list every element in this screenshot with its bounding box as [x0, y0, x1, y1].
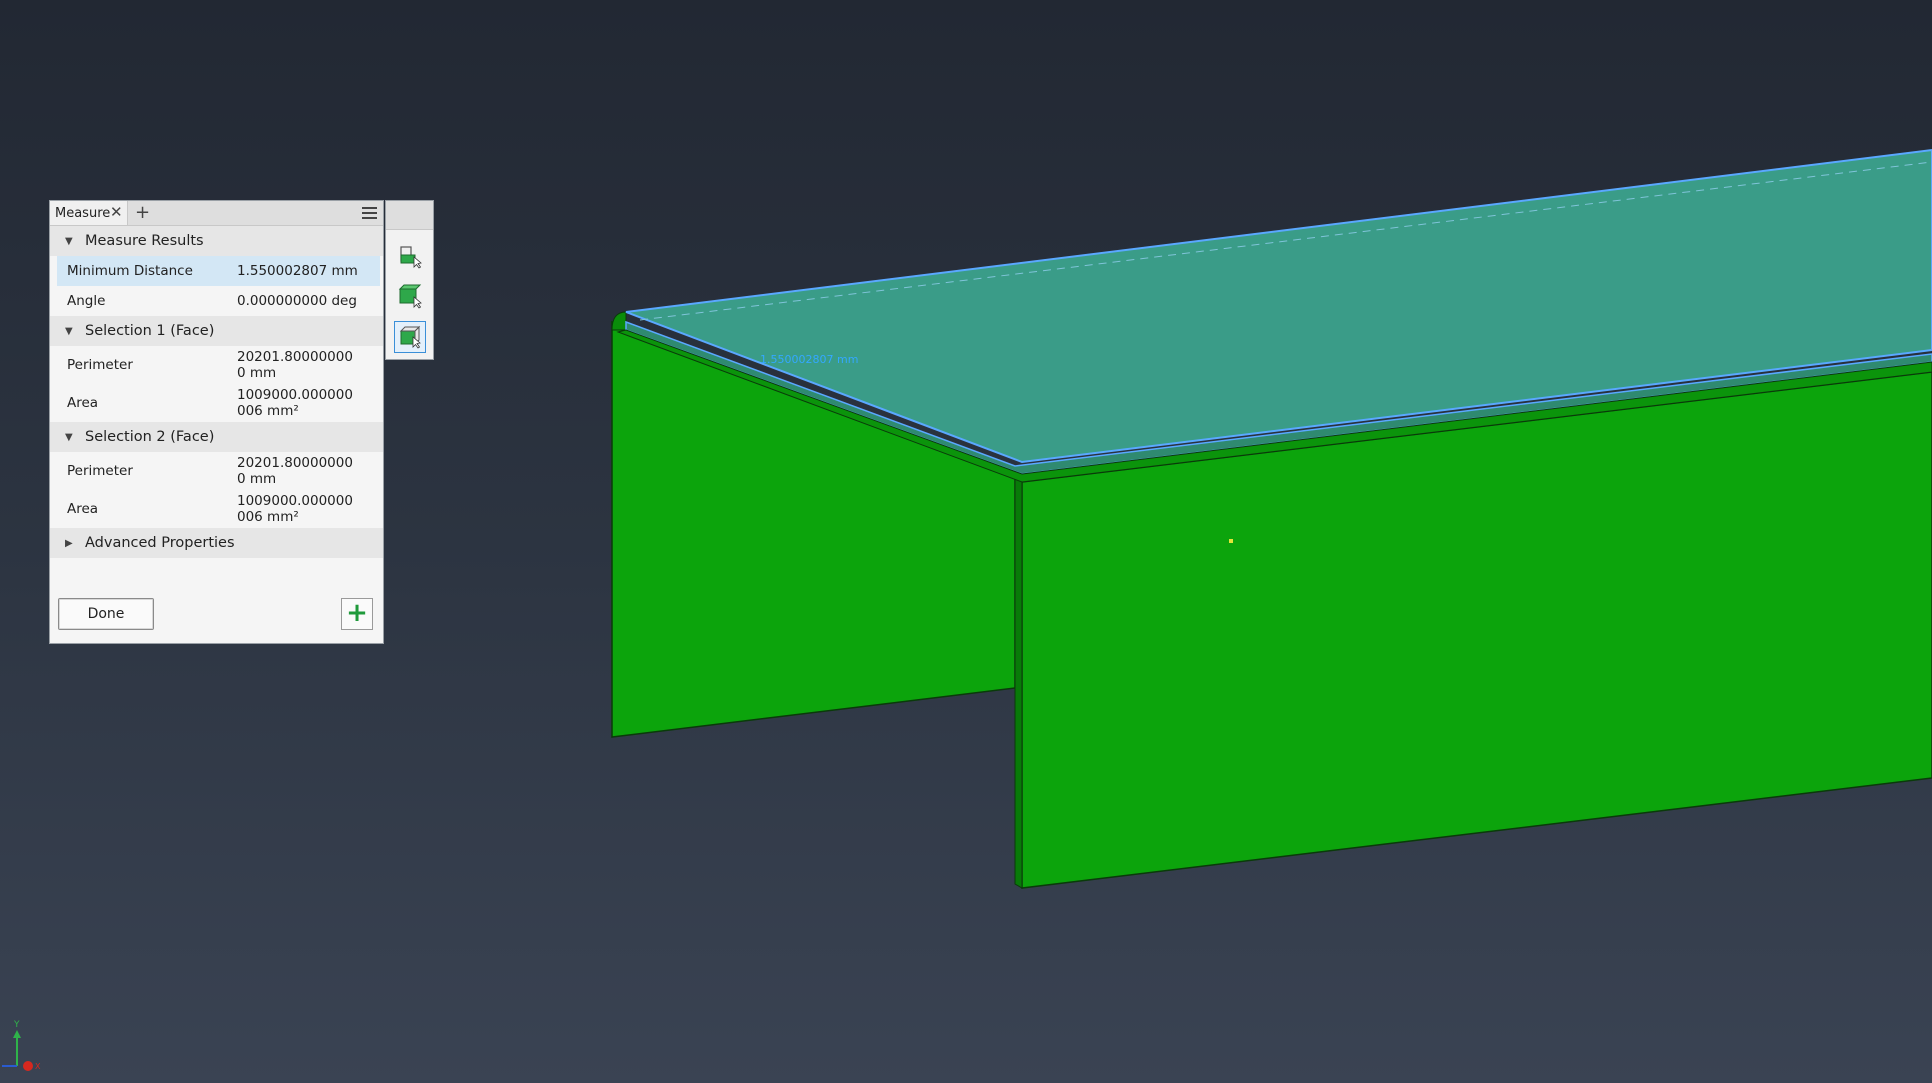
select-component-icon: [400, 246, 422, 269]
panel-tabbar: Measure ✕ +: [50, 201, 383, 226]
result-value: 1.550002807 mm: [237, 263, 358, 279]
selection1-area-row[interactable]: Area 1009000.000000 006 mm²: [50, 384, 383, 422]
section-measure-results[interactable]: ▼ Measure Results: [50, 226, 383, 256]
close-icon[interactable]: ✕: [110, 203, 123, 221]
tab-measure[interactable]: Measure ✕: [50, 201, 128, 225]
select-part-icon: [398, 284, 422, 309]
result-row-minimum-distance[interactable]: Minimum Distance 1.550002807 mm: [57, 256, 380, 286]
hamburger-menu-icon[interactable]: [362, 207, 377, 222]
tab-measure-label: Measure: [55, 205, 111, 221]
front-wall-edge: [1014, 465, 1023, 889]
section-title: Measure Results: [85, 233, 204, 249]
plus-icon[interactable]: +: [135, 202, 150, 223]
tool-strip-header: [386, 201, 433, 230]
result-label: Minimum Distance: [67, 263, 193, 279]
section-title: Selection 2 (Face): [85, 429, 215, 445]
panel-footer: Done +: [50, 589, 383, 643]
perimeter-value: 20201.80000000 0 mm: [237, 349, 353, 381]
triad-x-label: X: [35, 1062, 41, 1071]
expand-triangle-icon[interactable]: ▶: [65, 538, 73, 549]
selection2-perimeter-row[interactable]: Perimeter 20201.80000000 0 mm: [50, 452, 383, 490]
result-value: 0.000000000 deg: [237, 293, 357, 309]
select-component-button[interactable]: [394, 241, 426, 273]
area-value: 1009000.000000 006 mm²: [237, 493, 353, 525]
section-selection-2[interactable]: ▼ Selection 2 (Face): [50, 422, 383, 452]
section-title: Advanced Properties: [85, 535, 235, 551]
measure-panel: Measure ✕ + ▼ Measure Results Minimum Di…: [49, 200, 384, 644]
section-advanced-properties[interactable]: ▶ Advanced Properties: [50, 528, 383, 558]
perimeter-value: 20201.80000000 0 mm: [237, 455, 353, 487]
done-button[interactable]: Done: [58, 598, 154, 630]
area-label: Area: [67, 501, 99, 517]
perimeter-label: Perimeter: [67, 463, 133, 479]
perimeter-label: Perimeter: [67, 357, 133, 373]
collapse-triangle-icon[interactable]: ▼: [65, 326, 73, 337]
select-face-button[interactable]: [394, 321, 426, 353]
view-triad-icon[interactable]: Y X: [0, 1018, 48, 1083]
collapse-triangle-icon[interactable]: ▼: [65, 236, 73, 247]
result-row-angle[interactable]: Angle 0.000000000 deg: [50, 286, 383, 316]
selection2-area-row[interactable]: Area 1009000.000000 006 mm²: [50, 490, 383, 528]
select-face-icon: [399, 325, 421, 349]
section-title: Selection 1 (Face): [85, 323, 215, 339]
dimension-label: 1.550002807 mm: [760, 353, 858, 366]
area-label: Area: [67, 395, 99, 411]
selection-tool-strip: [385, 200, 434, 360]
select-part-button[interactable]: [394, 281, 426, 313]
area-value: 1009000.000000 006 mm²: [237, 387, 353, 419]
collapse-triangle-icon[interactable]: ▼: [65, 432, 73, 443]
cursor-marker: [1229, 539, 1233, 543]
section-selection-1[interactable]: ▼ Selection 1 (Face): [50, 316, 383, 346]
selection1-perimeter-row[interactable]: Perimeter 20201.80000000 0 mm: [50, 346, 383, 384]
left-corner-bend: [611, 311, 627, 331]
result-label: Angle: [67, 293, 106, 309]
triad-y-label: Y: [13, 1020, 20, 1030]
add-measurement-button[interactable]: +: [341, 598, 373, 630]
